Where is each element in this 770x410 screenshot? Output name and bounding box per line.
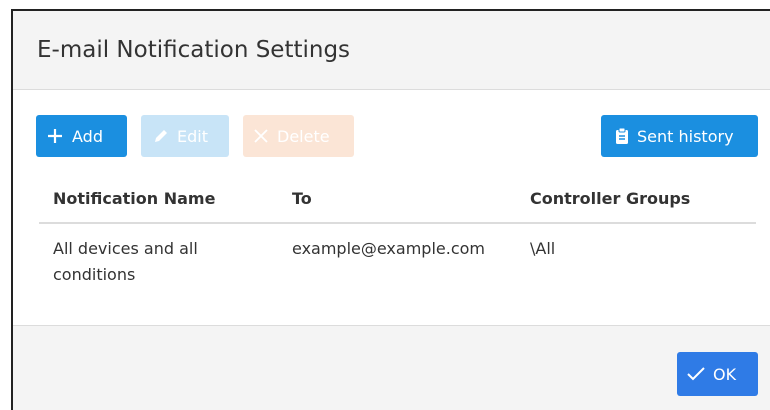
- dialog-header: E-mail Notification Settings: [13, 11, 770, 90]
- edit-button[interactable]: Edit: [141, 115, 229, 157]
- column-header-controller-groups: Controller Groups: [530, 189, 691, 208]
- delete-button[interactable]: Delete: [243, 115, 354, 157]
- sent-history-button-label: Sent history: [637, 126, 734, 146]
- plus-icon: [46, 127, 64, 145]
- sent-history-button[interactable]: Sent history: [601, 115, 758, 157]
- ok-button[interactable]: OK: [677, 352, 758, 396]
- dialog-footer: [13, 325, 770, 410]
- ok-button-label: OK: [713, 364, 737, 384]
- clipboard-icon: [615, 127, 629, 145]
- add-button-label: Add: [72, 126, 103, 146]
- column-header-to: To: [292, 189, 312, 208]
- delete-button-label: Delete: [277, 126, 330, 146]
- email-notification-dialog: E-mail Notification Settings Add Edit De…: [11, 9, 770, 410]
- dialog-title: E-mail Notification Settings: [37, 37, 351, 63]
- close-icon: [253, 128, 269, 144]
- pencil-icon: [153, 128, 169, 144]
- table-row[interactable]: All devices and all conditions example@e…: [39, 224, 756, 284]
- checkmark-icon: [687, 367, 705, 381]
- edit-button-label: Edit: [177, 126, 208, 146]
- cell-to: example@example.com: [292, 239, 485, 258]
- cell-notification-name: All devices and all conditions: [53, 239, 198, 284]
- cell-controller-groups: \All: [530, 239, 556, 258]
- add-button[interactable]: Add: [36, 115, 127, 157]
- column-header-notification-name: Notification Name: [53, 189, 216, 208]
- table-header: Notification Name To Controller Groups: [39, 175, 756, 224]
